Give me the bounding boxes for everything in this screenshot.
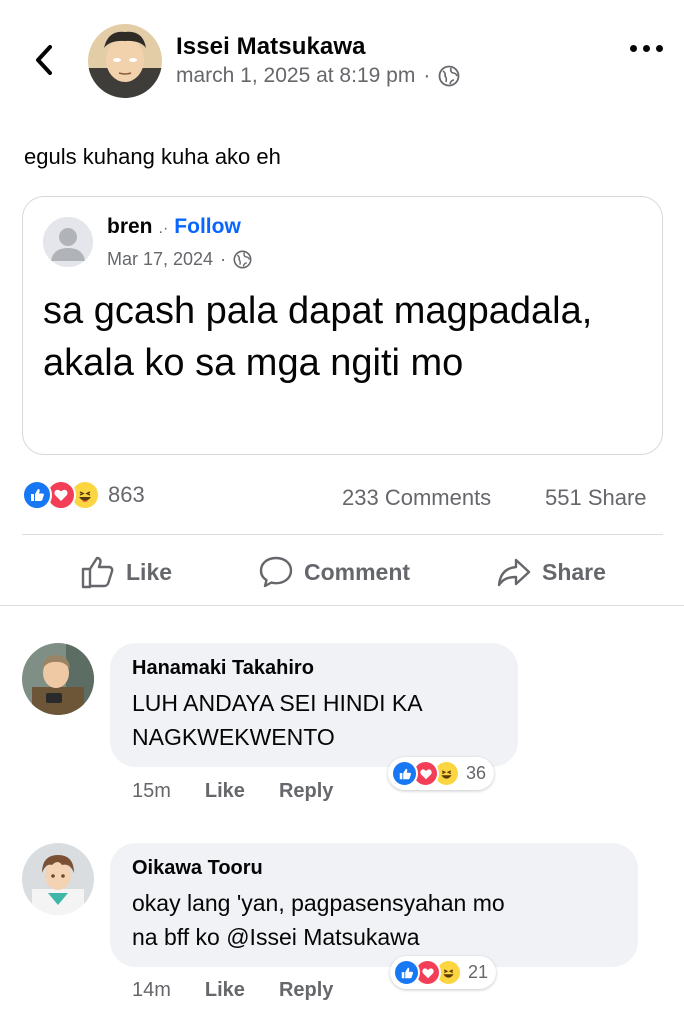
shared-author-row: bren .· Follow bbox=[107, 215, 241, 239]
like-reaction-icon bbox=[391, 760, 418, 787]
comment-icon bbox=[259, 556, 293, 588]
commenter-avatar[interactable] bbox=[22, 643, 94, 715]
comment-text-line: na bff ko @Issei Matsukawa bbox=[132, 924, 420, 950]
share-label: Share bbox=[542, 558, 606, 585]
section-divider bbox=[0, 605, 684, 606]
like-button[interactable]: Like bbox=[80, 548, 172, 596]
comments-count[interactable]: 233 Comments bbox=[342, 485, 491, 511]
comment-like-button[interactable]: Like bbox=[205, 979, 245, 1002]
author-avatar[interactable] bbox=[88, 24, 162, 98]
reaction-count: 863 bbox=[108, 482, 145, 507]
reactions-summary[interactable]: 863 bbox=[22, 480, 145, 510]
globe-icon bbox=[438, 65, 460, 87]
post-meta: march 1, 2025 at 8:19 pm · bbox=[176, 64, 460, 88]
shared-post-text: sa gcash pala dapat magpadala, akala ko … bbox=[43, 290, 593, 384]
more-options-button[interactable] bbox=[624, 34, 668, 62]
comment-reply-button[interactable]: Reply bbox=[279, 780, 333, 803]
comment-text-line: NAGKWEKWENTO bbox=[132, 724, 335, 750]
globe-icon bbox=[233, 250, 252, 269]
shared-author-avatar[interactable] bbox=[43, 217, 93, 267]
comment-reply-button[interactable]: Reply bbox=[279, 979, 333, 1002]
comment-bubble[interactable]: Hanamaki Takahiro LUH ANDAYA SEI HINDI K… bbox=[110, 643, 518, 767]
post-author-name[interactable]: Issei Matsukawa bbox=[176, 33, 366, 61]
shared-post-card[interactable]: bren .· Follow Mar 17, 2024 · sa gcash p… bbox=[22, 196, 663, 455]
back-button[interactable] bbox=[24, 40, 64, 80]
commenter-name[interactable]: Hanamaki Takahiro bbox=[132, 657, 496, 680]
chevron-left-icon bbox=[36, 45, 52, 75]
comment-text-line: okay lang 'yan, pagpasensyahan mo bbox=[132, 890, 505, 916]
reaction-icons bbox=[22, 480, 100, 510]
comment-text-line: LUH ANDAYA SEI HINDI KA bbox=[132, 690, 423, 716]
commenter-avatar[interactable] bbox=[22, 843, 94, 915]
default-avatar-icon bbox=[43, 217, 93, 267]
shared-author-name[interactable]: bren bbox=[107, 215, 153, 239]
post-timestamp[interactable]: march 1, 2025 at 8:19 pm bbox=[176, 64, 415, 88]
dot bbox=[642, 44, 650, 52]
commenter-name[interactable]: Oikawa Tooru bbox=[132, 857, 616, 880]
comment-button[interactable]: Comment bbox=[258, 548, 410, 596]
follow-link[interactable]: Follow bbox=[174, 215, 241, 239]
comment-time: 14m bbox=[132, 979, 171, 1001]
post-text: eguls kuhang kuha ako eh bbox=[24, 144, 281, 169]
comment-time: 15m bbox=[132, 780, 171, 802]
comment-reactions[interactable]: 21 bbox=[390, 956, 497, 989]
dot bbox=[629, 44, 637, 52]
comment-reaction-count: 21 bbox=[468, 962, 489, 982]
share-button[interactable]: Share bbox=[496, 548, 606, 596]
meta-separator: · bbox=[423, 64, 431, 87]
shared-post-meta: Mar 17, 2024 · bbox=[107, 249, 252, 270]
shared-post-date[interactable]: Mar 17, 2024 bbox=[107, 249, 213, 270]
shares-count[interactable]: 551 Share bbox=[545, 485, 647, 511]
like-reaction-icon bbox=[393, 959, 420, 986]
comment-reactions[interactable]: 36 bbox=[388, 757, 495, 790]
comment-actions: 15m Like Reply bbox=[132, 780, 333, 803]
comment-actions: 14m Like Reply bbox=[132, 979, 333, 1002]
comment-bubble[interactable]: Oikawa Tooru okay lang 'yan, pagpasensya… bbox=[110, 843, 638, 967]
dot bbox=[655, 44, 663, 52]
like-reaction-icon bbox=[22, 480, 52, 510]
comment-like-button[interactable]: Like bbox=[205, 780, 245, 803]
comment-reaction-count: 36 bbox=[466, 763, 487, 783]
divider bbox=[22, 534, 663, 535]
shared-author-suffix: .· bbox=[158, 220, 169, 237]
share-arrow-icon bbox=[497, 558, 531, 587]
comment-label: Comment bbox=[304, 558, 411, 585]
thumbs-up-icon bbox=[81, 556, 114, 589]
like-label: Like bbox=[126, 558, 173, 585]
meta-separator: · bbox=[220, 249, 227, 269]
